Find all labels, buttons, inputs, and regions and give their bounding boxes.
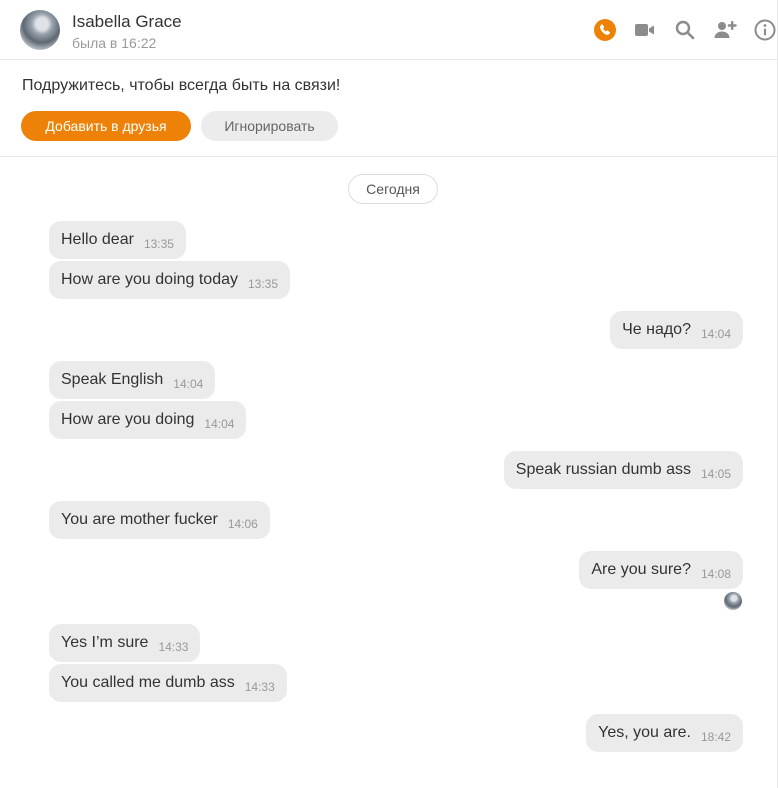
message-time: 14:04 <box>700 327 731 341</box>
message-text: You are mother fucker <box>61 511 218 528</box>
message-text: Yes, you are. <box>598 724 691 741</box>
message-time: 14:05 <box>700 467 731 481</box>
message-bubble-incoming[interactable]: Yes I’m sure 14:33 <box>49 624 201 662</box>
message-bubble-outgoing[interactable]: Speak russian dumb ass 14:05 <box>503 451 743 489</box>
contact-last-seen: была в 16:22 <box>72 35 157 51</box>
message-time: 14:04 <box>204 417 235 431</box>
message-time: 14:33 <box>158 640 189 654</box>
chat-header: Isabella Grace была в 16:22 <box>0 0 778 60</box>
message-text: How are you doing today <box>61 271 238 288</box>
contact-name[interactable]: Isabella Grace <box>72 12 182 32</box>
ignore-button[interactable]: Игнорировать <box>201 111 338 141</box>
message-bubble-incoming[interactable]: You called me dumb ass 14:33 <box>49 664 287 702</box>
read-receipt-avatar <box>724 592 742 610</box>
message-time: 13:35 <box>143 237 174 251</box>
message-bubble-incoming[interactable]: How are you doing 14:04 <box>49 401 247 439</box>
message-text: Hello dear <box>61 231 134 248</box>
message-text: Are you sure? <box>591 561 691 578</box>
chat-window: Isabella Grace была в 16:22 Подружитесь,… <box>0 0 778 788</box>
video-camera-icon[interactable] <box>633 18 657 42</box>
message-text: You called me dumb ass <box>61 674 235 691</box>
add-user-icon[interactable] <box>713 18 737 42</box>
message-bubble-incoming[interactable]: Hello dear 13:35 <box>49 221 186 259</box>
message-time: 14:08 <box>700 567 731 581</box>
friend-suggestion-bar: Подружитесь, чтобы всегда быть на связи!… <box>0 60 778 157</box>
info-icon[interactable] <box>753 18 777 42</box>
phone-icon[interactable] <box>593 18 617 42</box>
add-friend-button[interactable]: Добавить в друзья <box>21 111 191 141</box>
message-time: 14:04 <box>173 377 204 391</box>
message-bubble-incoming[interactable]: You are mother fucker 14:06 <box>49 501 270 539</box>
message-time: 13:35 <box>248 277 279 291</box>
message-text: How are you doing <box>61 411 195 428</box>
message-bubble-outgoing[interactable]: Yes, you are. 18:42 <box>586 714 743 752</box>
search-icon[interactable] <box>673 18 697 42</box>
contact-avatar[interactable] <box>20 10 60 50</box>
message-text: Yes I’m sure <box>61 634 149 651</box>
friend-suggestion-text: Подружитесь, чтобы всегда быть на связи! <box>22 77 341 94</box>
message-text: Speak russian dumb ass <box>515 461 691 478</box>
message-text: Че надо? <box>622 321 691 338</box>
message-list[interactable]: Сегодня Hello dear 13:35 How are you doi… <box>0 157 778 788</box>
message-bubble-outgoing[interactable]: Are you sure? 14:08 <box>579 551 743 589</box>
message-bubble-incoming[interactable]: Speak English 14:04 <box>49 361 216 399</box>
message-bubble-incoming[interactable]: How are you doing today 13:35 <box>49 261 291 299</box>
message-bubble-outgoing[interactable]: Че надо? 14:04 <box>610 311 743 349</box>
message-text: Speak English <box>61 371 164 388</box>
message-time: 14:33 <box>244 680 275 694</box>
date-separator: Сегодня <box>348 174 438 204</box>
message-time: 18:42 <box>700 730 731 744</box>
message-time: 14:06 <box>227 517 258 531</box>
